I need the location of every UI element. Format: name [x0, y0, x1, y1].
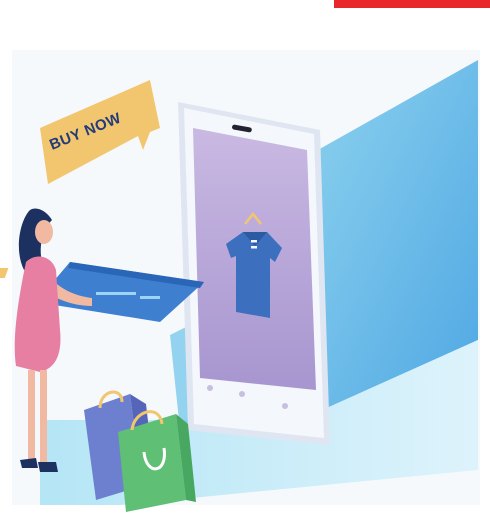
- illustration-online-shopping: BUY NOW: [0, 50, 480, 512]
